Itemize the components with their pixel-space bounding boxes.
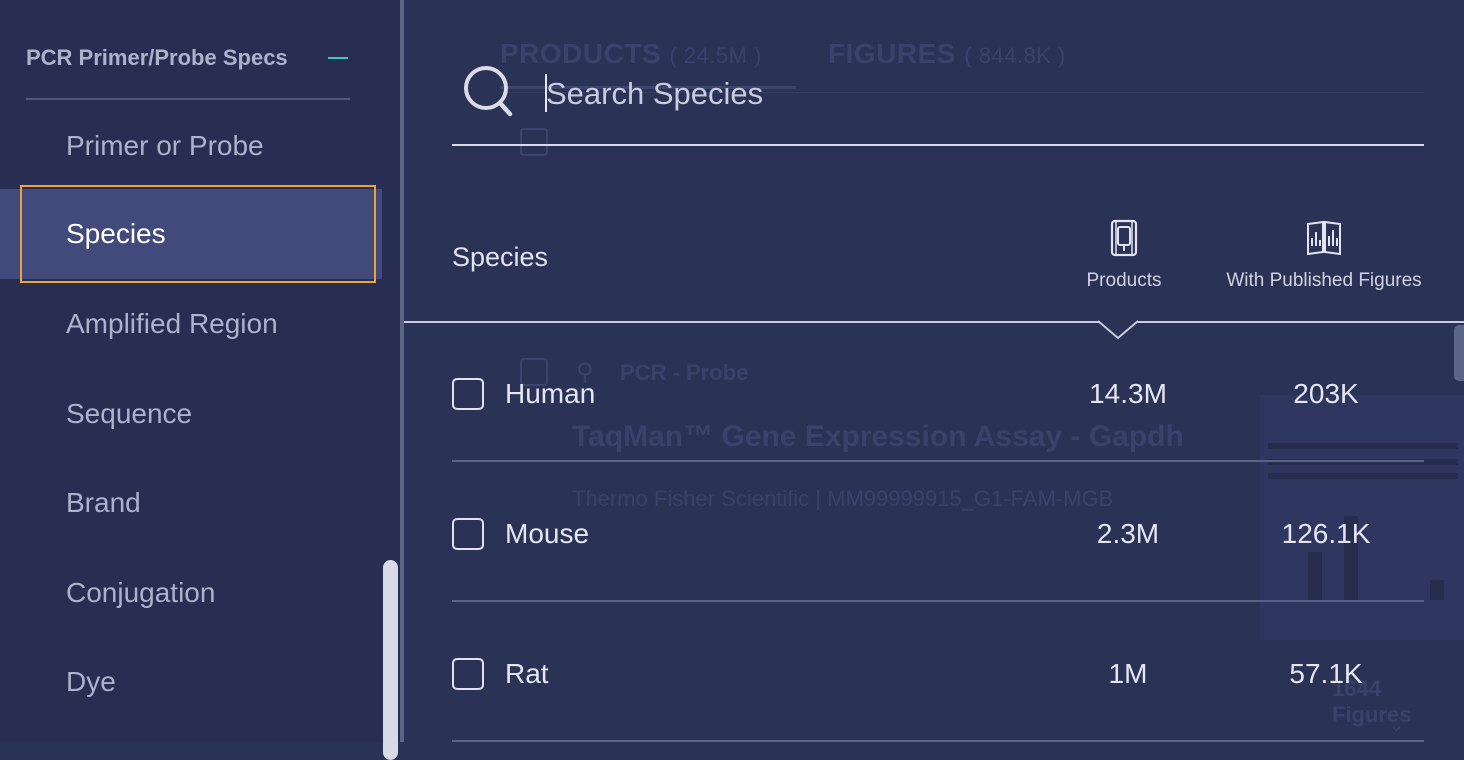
panel-scrollbar-thumb[interactable] bbox=[1454, 325, 1464, 381]
species-name: Rat bbox=[505, 658, 549, 689]
sidebar-item-label: Primer or Probe bbox=[66, 130, 264, 161]
sidebar-item-conjugation[interactable]: Conjugation bbox=[0, 548, 382, 638]
species-checkbox[interactable] bbox=[452, 658, 484, 690]
column-header-published-figures[interactable]: With Published Figures bbox=[1204, 270, 1444, 292]
sidebar-item-label: Species bbox=[66, 218, 166, 249]
sidebar-item-amplified-region[interactable]: Amplified Region bbox=[0, 279, 382, 369]
sidebar-scrollbar-thumb[interactable] bbox=[383, 560, 398, 760]
species-search-input[interactable] bbox=[544, 70, 1428, 118]
column-header-species: Species bbox=[452, 242, 549, 272]
species-row-rat[interactable]: Rat 1M 57.1K bbox=[452, 602, 1424, 742]
products-count: 2.3M bbox=[1096, 518, 1160, 549]
products-count: 1M bbox=[1108, 658, 1148, 689]
section-divider bbox=[26, 98, 350, 100]
figures-count: 126.1K bbox=[1281, 518, 1371, 549]
search-icon bbox=[464, 66, 513, 117]
species-row-mouse[interactable]: Mouse 2.3M 126.1K bbox=[452, 462, 1424, 602]
sidebar-item-label: Conjugation bbox=[66, 577, 216, 608]
sidebar-item-species[interactable]: Species bbox=[0, 185, 382, 283]
sidebar-item-label: Sequence bbox=[66, 398, 193, 429]
sidebar-item-label: Dye bbox=[66, 666, 116, 697]
products-count: 14.3M bbox=[1089, 378, 1167, 409]
sidebar-item-primer-or-probe[interactable]: Primer or Probe bbox=[0, 101, 382, 191]
sidebar-item-brand[interactable]: Brand bbox=[0, 458, 382, 548]
species-filter-panel: Species Products With Published Figures … bbox=[404, 0, 1464, 742]
figures-count: 57.1K bbox=[1289, 658, 1363, 689]
sidebar-item-label: Amplified Region bbox=[66, 308, 278, 339]
figures-count: 203K bbox=[1293, 378, 1359, 409]
species-row-human[interactable]: Human 14.3M 203K bbox=[452, 322, 1424, 462]
section-title: PCR Primer/Probe Specs bbox=[26, 45, 288, 70]
species-checkbox[interactable] bbox=[452, 378, 484, 410]
search-underline bbox=[452, 144, 1424, 146]
text-caret bbox=[545, 74, 547, 112]
collapse-minus-icon[interactable] bbox=[328, 57, 348, 59]
species-checkbox[interactable] bbox=[452, 518, 484, 550]
products-vial-icon bbox=[1110, 219, 1138, 257]
column-header-products[interactable]: Products bbox=[1074, 270, 1174, 292]
section-header-pcr-specs[interactable]: PCR Primer/Probe Specs bbox=[26, 38, 350, 78]
species-name: Mouse bbox=[505, 518, 590, 549]
sidebar-item-dye[interactable]: Dye bbox=[0, 637, 382, 727]
sidebar-item-sequence[interactable]: Sequence bbox=[0, 369, 382, 459]
sidebar-item-label: Brand bbox=[66, 487, 141, 518]
published-figures-book-icon bbox=[1307, 220, 1341, 256]
filter-sidebar: PCR Primer/Probe Specs Primer or Probe S… bbox=[0, 0, 400, 760]
species-name: Human bbox=[505, 378, 596, 409]
